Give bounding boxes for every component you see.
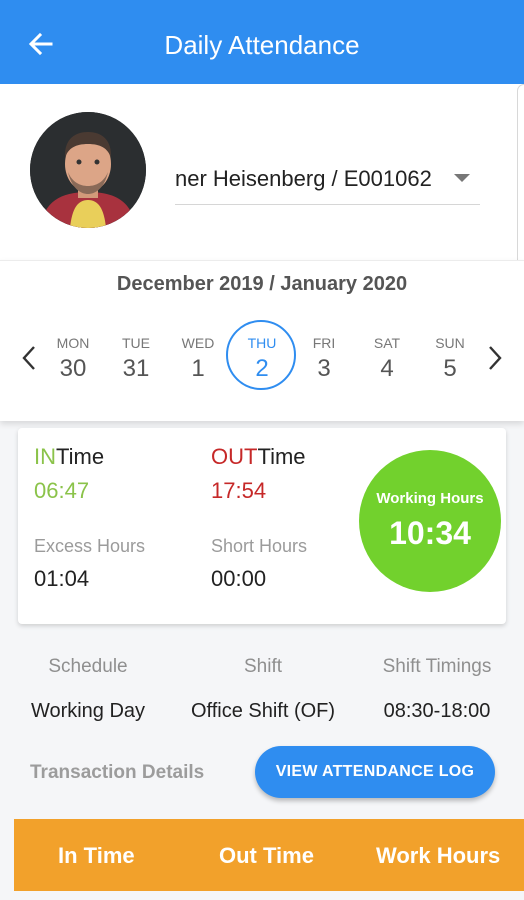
day-number: 30 <box>59 355 87 382</box>
app-header: Daily Attendance <box>0 0 524 84</box>
employee-select-value: ner Heisenberg / E001062 <box>175 166 432 191</box>
chevron-left-icon <box>22 346 35 370</box>
day-name: WED <box>181 335 215 351</box>
chevron-right-icon <box>489 346 502 370</box>
day-name: TUE <box>122 335 150 351</box>
calendar-day-thu-selected[interactable]: THU 2 <box>226 320 297 393</box>
day-number: 1 <box>191 355 205 382</box>
column-header-in-time: In Time <box>58 843 135 868</box>
selected-day-ring <box>226 320 296 390</box>
shift-label: Shift <box>243 656 283 677</box>
calendar-day-mon[interactable]: MON 30 <box>38 321 108 393</box>
day-number: 4 <box>380 355 394 382</box>
profile-section: ner Heisenberg / E001062 <box>0 84 524 260</box>
calendar-day-fri[interactable]: FRI 3 <box>289 321 359 393</box>
column-header-work-hours: Work Hours <box>376 843 501 868</box>
month-label: December 2019 / January 2020 <box>116 273 408 295</box>
column-header-out-time: Out Time <box>219 843 314 868</box>
day-number: 5 <box>443 355 457 382</box>
day-number: 3 <box>317 355 331 382</box>
in-suffix: Time <box>56 444 105 469</box>
excess-hours-value: 01:04 <box>34 566 90 591</box>
schedule-label: Schedule <box>48 656 128 677</box>
calendar-day-wed[interactable]: WED 1 <box>163 321 233 393</box>
out-prefix: OUT <box>211 444 258 469</box>
working-hours-badge: Working Hours 10:34 <box>359 450 501 592</box>
week-calendar: December 2019 / January 2020 MON 30 TUE … <box>0 260 524 421</box>
day-name: FRI <box>312 335 336 351</box>
calendar-day-sat[interactable]: SAT 4 <box>352 321 422 393</box>
day-name: MON <box>56 335 90 351</box>
shift-timings-label: Shift Timings <box>382 656 492 677</box>
transaction-details-label: Transaction Details <box>30 762 205 783</box>
out-time-value: 17:54 <box>211 478 267 503</box>
out-time-label: OUTTime <box>211 444 306 470</box>
avatar <box>30 112 146 228</box>
view-attendance-log-button[interactable]: VIEW ATTENDANCE LOG <box>255 746 495 798</box>
attendance-summary-card: INTime 06:47 OUTTime 17:54 Excess Hours … <box>18 428 506 624</box>
day-number: 31 <box>122 355 150 382</box>
in-time-value: 06:47 <box>34 478 90 503</box>
transactions-table-header: In Time Out Time Work Hours <box>14 819 524 891</box>
chevron-down-icon <box>454 174 470 182</box>
employee-dropdown[interactable]: ner Heisenberg / E001062 <box>175 152 480 205</box>
working-hours-value: 10:34 <box>389 515 471 551</box>
in-time-label: INTime <box>34 444 104 470</box>
short-hours-value: 00:00 <box>211 566 267 591</box>
day-name: SAT <box>373 335 401 351</box>
shift-value: Office Shift (OF) <box>190 700 336 722</box>
short-hours-label: Short Hours <box>211 536 308 556</box>
calendar-day-sun[interactable]: SUN 5 <box>415 321 485 393</box>
calendar-day-tue[interactable]: TUE 31 <box>101 321 171 393</box>
out-suffix: Time <box>257 444 306 469</box>
working-hours-label: Working Hours <box>376 490 484 507</box>
schedule-value: Working Day <box>30 700 146 722</box>
excess-hours-label: Excess Hours <box>34 536 146 556</box>
page-title: Daily Attendance <box>164 30 360 60</box>
in-prefix: IN <box>34 444 56 469</box>
shift-timings-value: 08:30-18:00 <box>383 700 491 722</box>
day-name: SUN <box>435 335 465 351</box>
next-week-button[interactable] <box>482 343 508 373</box>
